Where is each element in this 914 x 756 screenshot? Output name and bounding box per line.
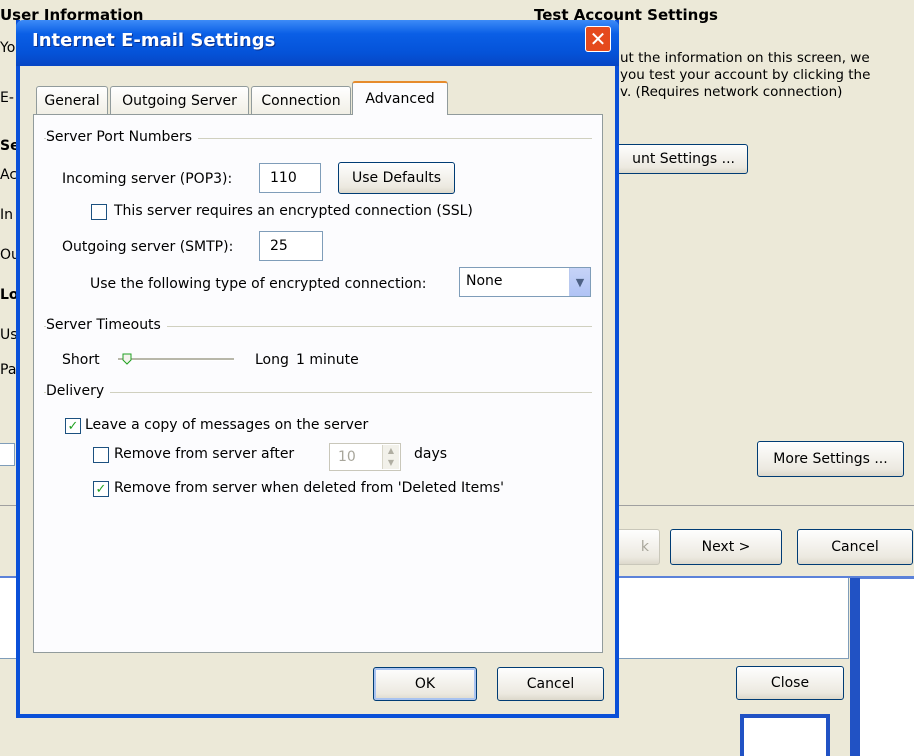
wizard-field-fragment bbox=[0, 443, 15, 466]
fragment-text: In bbox=[0, 207, 14, 223]
close-icon[interactable]: ✕ bbox=[585, 26, 611, 52]
remove-after-checkbox[interactable] bbox=[93, 447, 109, 463]
encryption-type-label: Use the following type of encrypted conn… bbox=[90, 276, 427, 292]
timeout-short-label: Short bbox=[62, 352, 100, 368]
tab-advanced[interactable]: Advanced bbox=[352, 81, 448, 115]
remove-after-days-value: 10 bbox=[338, 449, 356, 465]
server-port-numbers-label: Server Port Numbers bbox=[46, 129, 199, 145]
encryption-type-value: None bbox=[466, 273, 503, 289]
timeout-slider-thumb[interactable] bbox=[122, 351, 132, 365]
fragment-text: Yo bbox=[0, 40, 16, 56]
remove-after-days-spinner[interactable]: 10 ▲ ▼ bbox=[329, 443, 401, 471]
ssl-checkbox-label: This server requires an encrypted connec… bbox=[114, 203, 473, 219]
use-defaults-button[interactable]: Use Defaults bbox=[338, 162, 455, 194]
fragment-text: Ac bbox=[0, 167, 18, 183]
fragment-text: Us bbox=[0, 327, 18, 343]
chevron-down-icon[interactable]: ▼ bbox=[569, 268, 590, 296]
days-label: days bbox=[414, 446, 448, 462]
fragment-text: E- bbox=[0, 90, 14, 106]
incoming-server-label: Incoming server (POP3): bbox=[62, 171, 233, 187]
remove-deleted-label: Remove from server when deleted from 'De… bbox=[114, 480, 504, 496]
test-account-description: ut the information on this screen, we yo… bbox=[620, 50, 871, 100]
remove-deleted-checkbox[interactable]: ✓ bbox=[93, 481, 109, 497]
next-button[interactable]: Next > bbox=[670, 529, 782, 565]
timeout-long-label: Long bbox=[255, 352, 289, 368]
dialog-cancel-button[interactable]: Cancel bbox=[497, 667, 604, 701]
wizard-cancel-button[interactable]: Cancel bbox=[797, 529, 913, 565]
remove-after-label: Remove from server after bbox=[114, 446, 295, 462]
close-button[interactable]: Close bbox=[736, 666, 844, 700]
timeout-slider-track[interactable] bbox=[118, 358, 234, 361]
more-settings-button[interactable]: More Settings ... bbox=[757, 441, 904, 477]
leave-copy-label: Leave a copy of messages on the server bbox=[85, 417, 369, 433]
incoming-port-input[interactable]: 110 bbox=[259, 163, 321, 193]
outgoing-server-label: Outgoing server (SMTP): bbox=[62, 239, 234, 255]
encryption-type-select[interactable]: None ▼ bbox=[459, 267, 591, 297]
server-timeouts-label: Server Timeouts bbox=[46, 317, 167, 333]
fragment-text: Pa bbox=[0, 362, 17, 378]
leave-copy-checkbox[interactable]: ✓ bbox=[65, 418, 81, 434]
ok-button[interactable]: OK bbox=[373, 667, 477, 701]
tab-connection[interactable]: Connection bbox=[251, 86, 351, 114]
timeout-value: 1 minute bbox=[296, 352, 359, 368]
group-divider bbox=[44, 392, 592, 393]
advanced-tab-page: Server Port Numbers Incoming server (POP… bbox=[33, 114, 603, 653]
delivery-label: Delivery bbox=[46, 383, 111, 399]
spinner-arrows-icon[interactable]: ▲ ▼ bbox=[382, 445, 399, 469]
background-window-edge bbox=[850, 578, 860, 756]
background-window-fragment bbox=[740, 714, 830, 756]
slider-thumb-icon bbox=[122, 353, 132, 365]
tab-general[interactable]: General bbox=[36, 86, 108, 114]
dialog-title: Internet E-mail Settings bbox=[32, 30, 276, 51]
outgoing-port-input[interactable]: 25 bbox=[259, 231, 323, 261]
tab-outgoing-server[interactable]: Outgoing Server bbox=[110, 86, 249, 114]
ssl-checkbox[interactable] bbox=[91, 204, 107, 220]
